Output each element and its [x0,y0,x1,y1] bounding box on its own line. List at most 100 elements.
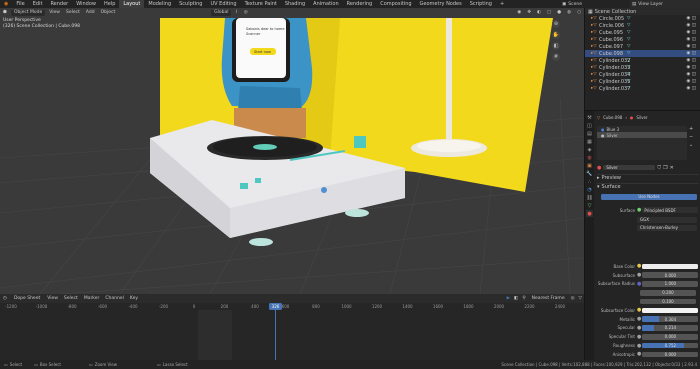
specular-tint-field[interactable]: 0.000 [642,334,699,340]
gizmo-icon[interactable]: ✥ [524,10,534,15]
blender-logo-icon[interactable]: ◉ [0,0,12,8]
camera-view-icon[interactable]: ◧ [552,42,560,50]
unlink-material-icon[interactable]: ✕ [670,165,674,171]
dope-sheet-editor[interactable]: ◷ Dope Sheet View Select Marker Channel … [0,294,584,360]
tab-modeling[interactable]: Modeling [144,0,175,8]
outliner-item[interactable]: ▸▽ Circle.006 ▽ ◉ ◫ [585,22,700,29]
current-frame-indicator[interactable]: 326 [269,303,282,310]
hand-pan-icon[interactable]: ✋ [552,31,560,39]
menu-select[interactable]: Select [61,296,81,301]
menu-render[interactable]: Render [46,0,72,8]
tab-geometry-nodes[interactable]: Geometry Nodes [416,0,466,8]
tab-animation[interactable]: Animation [309,0,343,8]
tab-layout[interactable]: Layout [119,0,145,8]
surface-shader-field[interactable]: Principled BSDF [642,207,699,213]
menu-window[interactable]: Window [72,0,100,8]
3d-viewport[interactable]: Sabonis dear to home Scanner Start now U… [0,8,584,294]
tab-scripting[interactable]: Scripting [466,0,496,8]
outliner-item[interactable]: ▸▽ Cube.097 ▽ ◉ ◫ [585,43,700,50]
eye-camera-icon[interactable]: ◉ ◫ [686,65,696,70]
shading-material-icon[interactable]: ◍ [564,10,574,15]
menu-file[interactable]: File [12,0,28,8]
show-hidden-icon[interactable]: ◧ [512,296,520,301]
subsurface-method-dropdown[interactable]: Christensen-Burley [637,225,697,231]
material-tab-icon[interactable]: ● [586,210,593,217]
tab-sculpting[interactable]: Sculpting [175,0,206,8]
tab-shading[interactable]: Shading [281,0,309,8]
base-color-swatch[interactable] [642,263,699,270]
proportional-icon[interactable]: ◎ [569,296,577,301]
orientation-dropdown[interactable]: Global [211,9,232,16]
eye-camera-icon[interactable]: ◉ ◫ [686,23,696,28]
outliner-item[interactable]: ▸▽ Cylinder.032 ▽ ◉ ◫ [585,57,700,64]
subsurface-radius-y-field[interactable]: 0.200 [640,290,696,296]
duplicate-material-icon[interactable]: ❐ [663,165,667,171]
slot-menu-icon[interactable]: ⌄ [689,142,693,148]
menu-add[interactable]: Add [83,10,98,15]
add-workspace-icon[interactable]: + [496,0,508,8]
outliner-item[interactable]: ▸▽ Cylinder.034 ▽ ◉ ◫ [585,71,700,78]
menu-channel[interactable]: Channel [102,296,126,301]
eye-camera-icon[interactable]: ◉ ◫ [686,86,696,91]
outliner-item[interactable]: ▸▽ Cylinder.033 ▽ ◉ ◫ [585,64,700,71]
distribution-dropdown[interactable]: GGX [637,217,697,223]
timeline-ruler[interactable]: -1200 -1000 -800 -600 -400 -200 0 200 400 600 800 1… [0,303,584,310]
snap-icon[interactable]: ⌇ [232,10,240,15]
outliner-item[interactable]: ▸▽ Cylinder.035 ▽ ◉ ◫ [585,78,700,85]
data-tab-icon[interactable]: ▽ [586,202,593,209]
subsurface-field[interactable]: 0.000 [642,272,699,278]
output-tab-icon[interactable]: ▤ [586,130,593,137]
mode-dropdown[interactable]: Object Mode [10,9,46,16]
overlay-icon[interactable]: ◐ [534,10,544,15]
menu-view[interactable]: View [46,10,63,15]
tool-tab-icon[interactable]: ⚒ [586,114,593,121]
scene-selector[interactable]: ▣ Scene [562,0,582,8]
editor-type-icon[interactable]: ⬢ [0,10,10,15]
eye-camera-icon[interactable]: ◉ ◫ [686,30,696,35]
preview-section-header[interactable]: ▸ Preview [597,174,699,181]
tab-compositing[interactable]: Compositing [376,0,415,8]
particles-tab-icon[interactable]: ∴ [586,178,593,185]
material-slot-active[interactable]: ● Silver [597,132,687,138]
shading-rendered-icon[interactable]: ○ [574,10,584,15]
menu-marker[interactable]: Marker [81,296,103,301]
modifier-tab-icon[interactable]: 🔧 [586,170,593,177]
eye-camera-icon[interactable]: ◉ ◫ [686,44,696,49]
eye-camera-icon[interactable]: ◉ ◫ [686,72,696,77]
playhead-line[interactable] [275,310,276,360]
outliner-item[interactable]: ▸▽ Circle.005 ▽ ◉ ◫ [585,15,700,22]
menu-key[interactable]: Key [127,296,141,301]
menu-edit[interactable]: Edit [29,0,47,8]
remove-slot-icon[interactable]: − [689,134,693,140]
browse-material-icon[interactable]: ● [597,165,601,171]
tab-rendering[interactable]: Rendering [343,0,377,8]
add-slot-icon[interactable]: + [689,126,693,132]
subsurface-radius-z-field[interactable]: 0.100 [640,298,696,305]
surface-section-header[interactable]: ▾ Surface [597,183,699,190]
tab-texture-paint[interactable]: Texture Paint [241,0,281,8]
filters-icon[interactable]: ▽ [577,296,584,301]
filter-icon[interactable]: ⚲ [520,296,527,301]
xray-icon[interactable]: ▢ [544,10,554,15]
constraints-tab-icon[interactable]: ⛓ [586,194,593,201]
subsurface-color-swatch[interactable] [642,307,699,314]
outliner-item[interactable]: ▸▽ Cube.096 ▽ ◉ ◫ [585,36,700,43]
menu-select[interactable]: Select [63,10,83,15]
eye-camera-icon[interactable]: ◉ ◫ [686,51,696,56]
outliner-item[interactable]: ▸▽ Cube.095 ▽ ◉ ◫ [585,29,700,36]
subsurface-radius-x-field[interactable]: 1.000 [642,281,699,287]
render-tab-icon[interactable]: ◫ [586,122,593,129]
outliner-item[interactable]: ▸▽ Cylinder.037 ▽ ◉ ◫ [585,85,700,92]
roughness-slider[interactable]: 0.752 [642,342,699,349]
eye-camera-icon[interactable]: ◉ ◫ [686,37,696,42]
proportional-edit-icon[interactable]: ◎ [241,10,251,15]
visibility-icon[interactable]: ◉ [514,10,524,15]
view-layer-tab-icon[interactable]: ▦ [586,138,593,145]
material-name-field[interactable]: Silver [603,164,656,171]
menu-help[interactable]: Help [100,0,119,8]
specular-slider[interactable]: 0.214 [642,325,699,331]
menu-object[interactable]: Object [98,10,119,15]
only-selected-icon[interactable]: ▶ [505,296,512,301]
metallic-slider[interactable]: 0.304 [642,316,699,322]
dope-sheet-mode-dropdown[interactable]: Dope Sheet [10,295,44,302]
